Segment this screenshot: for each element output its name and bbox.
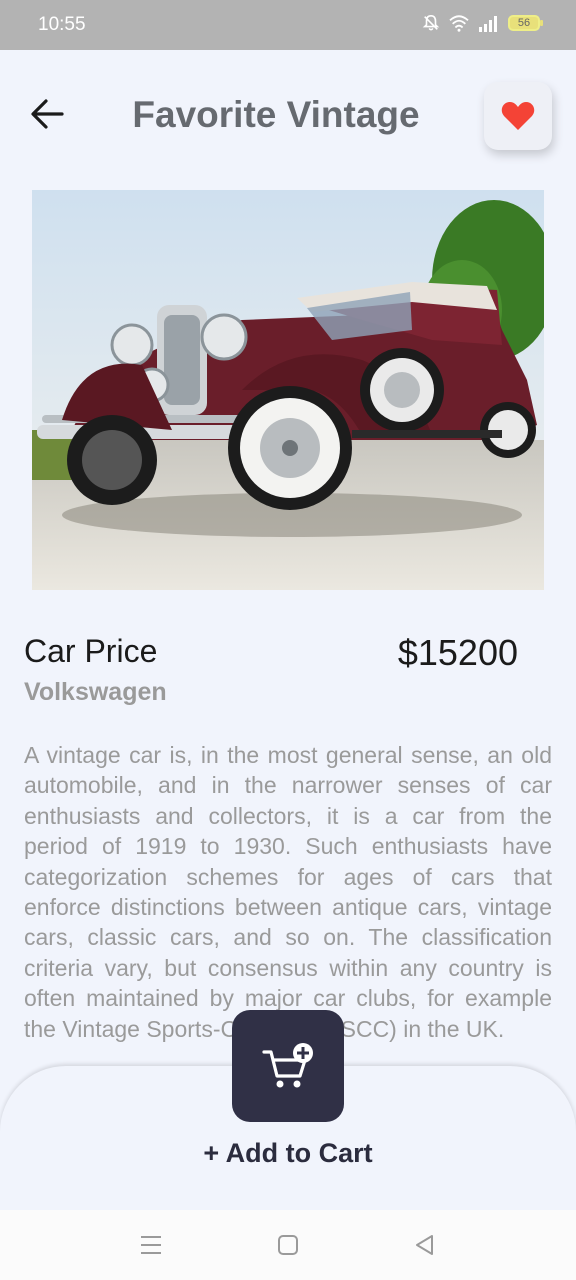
header: Favorite Vintage <box>0 50 576 180</box>
status-bar: 10:55 56 <box>0 0 576 50</box>
brand-name: Volkswagen <box>24 678 167 706</box>
status-time: 10:55 <box>38 14 86 35</box>
add-to-cart-button[interactable]: + Add to Cart <box>0 1138 576 1169</box>
signal-icon <box>479 16 497 32</box>
favorite-button[interactable] <box>484 82 552 150</box>
home-icon <box>278 1235 298 1255</box>
system-nav-bar <box>0 1210 576 1280</box>
menu-icon <box>141 1236 161 1254</box>
wifi-icon <box>449 15 469 32</box>
home-button[interactable] <box>275 1232 301 1258</box>
price-label: Car Price <box>24 633 158 669</box>
battery-level: 56 <box>517 17 531 29</box>
system-back-button[interactable] <box>412 1232 438 1258</box>
price-value: $15200 <box>397 632 518 673</box>
back-triangle-icon <box>416 1235 433 1255</box>
menu-button[interactable] <box>138 1232 164 1258</box>
page-title: Favorite Vintage <box>132 94 420 135</box>
car-image <box>32 190 544 590</box>
bell-muted-icon <box>422 14 440 31</box>
cart-button[interactable] <box>232 1010 344 1122</box>
battery-icon: 56 <box>508 15 543 31</box>
heart-icon <box>501 102 535 130</box>
status-icons: 56 <box>422 14 543 32</box>
cart-plus-icon <box>262 1043 313 1088</box>
